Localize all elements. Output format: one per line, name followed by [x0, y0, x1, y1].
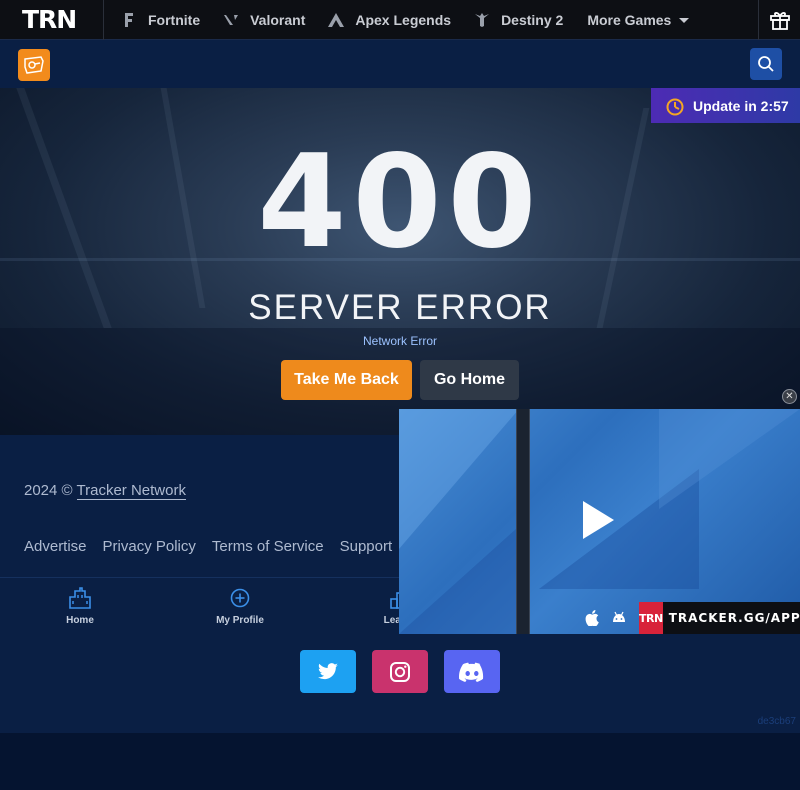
nav-game-destiny[interactable]: Destiny 2 [473, 0, 563, 40]
instagram-button[interactable] [372, 650, 428, 693]
rocket-league-icon [24, 56, 44, 74]
more-games-dropdown[interactable]: More Games [587, 11, 690, 28]
nav-game-label: Destiny 2 [501, 11, 564, 28]
plus-circle-icon [200, 585, 280, 611]
game-subbar [0, 40, 800, 88]
nav-game-label: Apex Legends [355, 11, 452, 28]
close-icon: ✕ [785, 390, 794, 402]
destiny-icon [473, 11, 491, 29]
more-games-label: More Games [587, 11, 672, 28]
nav-game-label: Fortnite [148, 11, 201, 28]
android-icon [613, 611, 625, 622]
footer-nav-label: My Profile [216, 615, 264, 626]
app-store-icons [585, 610, 627, 626]
footer-links: Advertise Privacy Policy Terms of Servic… [24, 538, 408, 555]
page-bottom [0, 733, 800, 790]
top-nav: TRN Fortnite Valorant Apex Legends Desti… [0, 0, 800, 40]
update-badge-label: Update in 2:57 [693, 97, 789, 114]
tracker-apps-tag: TRN TRACKER.GG/APPS [639, 602, 800, 634]
search-icon [758, 56, 774, 72]
nav-game-valorant[interactable]: Valorant [222, 0, 305, 40]
timer-icon [666, 98, 684, 115]
update-badge[interactable]: Update in 2:57 [651, 88, 800, 123]
take-me-back-button[interactable]: Take Me Back [281, 360, 412, 400]
discord-button[interactable] [444, 650, 500, 693]
error-code: 400 [257, 128, 543, 277]
city-icon [40, 585, 120, 611]
rocket-league-logo[interactable] [18, 49, 50, 81]
error-title: SERVER ERROR [248, 288, 552, 327]
advertise-link[interactable]: Advertise [24, 538, 87, 555]
video-ad-player[interactable]: TRN TRACKER.GG/APPS [399, 409, 800, 634]
chevron-down-icon [679, 18, 690, 23]
nav-game-label: Valorant [250, 11, 306, 28]
error-hero: Update in 2:57 400 SERVER ERROR Network … [0, 88, 800, 435]
footer-nav-home[interactable]: Home [40, 585, 120, 626]
search-button[interactable] [750, 48, 782, 80]
twitter-icon [318, 662, 338, 679]
footer-nav-my-profile[interactable]: My Profile [200, 585, 280, 626]
apple-icon [585, 610, 599, 626]
discord-icon [459, 662, 484, 682]
terms-of-service-link[interactable]: Terms of Service [212, 538, 324, 555]
twitter-button[interactable] [300, 650, 356, 693]
valorant-icon [222, 11, 240, 29]
privacy-policy-link[interactable]: Privacy Policy [103, 538, 196, 555]
trn-tag-url: TRACKER.GG/APPS [668, 611, 800, 625]
copyright: 2024 © Tracker Network [24, 482, 186, 500]
gift-icon [769, 12, 790, 30]
instagram-icon [390, 661, 410, 682]
nav-game-apex[interactable]: Apex Legends [327, 0, 451, 40]
tracker-network-link[interactable]: Tracker Network [76, 482, 186, 500]
build-hash: de3cb67 [757, 716, 796, 727]
footer-nav-label: Home [66, 615, 94, 626]
trn-logo[interactable]: TRN [0, 0, 104, 40]
fortnite-icon [120, 11, 138, 29]
video-facet [659, 409, 800, 509]
phone-edge [516, 409, 530, 634]
play-icon[interactable] [583, 501, 614, 539]
close-video-button[interactable]: ✕ [782, 389, 797, 404]
support-link[interactable]: Support [340, 538, 393, 555]
nav-game-fortnite[interactable]: Fortnite [120, 0, 200, 40]
gift-button[interactable] [758, 0, 800, 40]
copyright-prefix: 2024 © [24, 482, 73, 499]
error-subtitle: Network Error [362, 334, 437, 348]
apex-icon [327, 11, 345, 29]
trn-tag-logo: TRN [639, 602, 663, 634]
go-home-button[interactable]: Go Home [420, 360, 519, 400]
video-facet [399, 529, 516, 634]
video-facet [399, 409, 519, 549]
